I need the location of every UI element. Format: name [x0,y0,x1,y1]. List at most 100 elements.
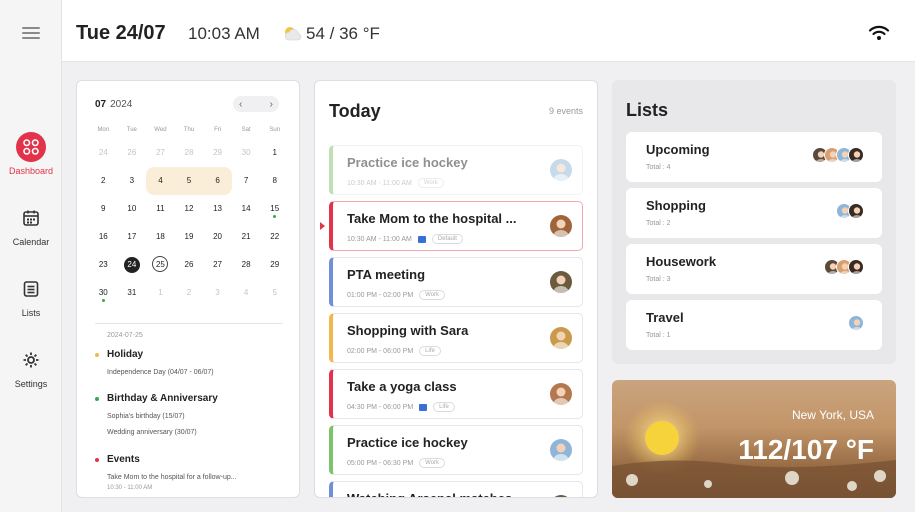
day-number: 16 [98,232,108,241]
header-time: 10:03 AM [188,24,260,43]
calendar-day[interactable]: 26 [175,251,204,279]
dashboard-icon [16,132,46,162]
calendar-day[interactable]: 3 [203,279,232,307]
event-card[interactable]: Practice ice hockey 05:00 PM - 06:30 PM Wo… [329,425,583,475]
calendar-day[interactable]: 5 [260,279,289,307]
calendar-day[interactable]: 29 [203,139,232,167]
calendar-day[interactable]: 2 [89,167,118,195]
calendar-day[interactable]: 5 [174,167,204,195]
day-number: 18 [155,232,165,241]
calendar-day[interactable]: 30 [89,279,118,307]
avatar [550,271,572,293]
calendar-day[interactable]: 27 [146,139,175,167]
event-card[interactable]: Shopping with Sara 02:00 PM - 06:00 PM Lif… [329,313,583,363]
calendar-day[interactable]: 7 [232,167,261,195]
calendar-day[interactable]: 28 [175,139,204,167]
event-card[interactable]: Take a yoga class 04:30 PM - 06:00 PM Life [329,369,583,419]
calendar-day[interactable]: 11 [146,195,175,223]
list-name: Upcoming [646,142,710,157]
calendar-day[interactable]: 9 [89,195,118,223]
list-card[interactable]: Upcoming Total : 4 [626,132,882,182]
calendar-day[interactable]: 21 [232,223,261,251]
calendar-day[interactable]: 28 [232,251,261,279]
hamburger-menu-icon[interactable] [20,24,42,44]
calendar-section-birthday: Birthday & Anniversary Sophia's birthday… [95,393,291,436]
event-card[interactable]: Practice ice hockey 10:30 AM - 11:00 AM Wo… [329,145,583,195]
list-total: Total : 1 [646,332,671,339]
calendar-day[interactable]: 1 [260,139,289,167]
sidebar-item-dashboard[interactable]: Dashboard [0,132,62,176]
section-dot [95,352,99,357]
event-time-text: 10:30 AM - 11:00 AM [347,179,412,187]
calendar-day[interactable]: 17 [118,223,147,251]
day-number: 3 [215,288,220,297]
list-card[interactable]: Shopping Total : 2 [626,188,882,238]
calendar-month: 07 [95,99,107,110]
calendar-day[interactable]: 4 [146,167,175,195]
calendar-widget: 07 2024 ‹ › Mon Tue Wed Thu Fri Sat Sun 24 26 27 28… [76,80,300,498]
calendar-day[interactable]: 22 [260,223,289,251]
event-time: 10:30 AM - 11:00 AM Work [347,178,444,188]
calendar-day[interactable]: 16 [89,223,118,251]
event-dot [101,299,105,302]
sidebar-item-settings[interactable]: Settings [0,345,62,389]
day-number: 3 [129,176,135,185]
day-number: 23 [98,260,108,269]
calendar-day[interactable]: 20 [203,223,232,251]
calendar-day-selected[interactable]: 25 [146,251,175,279]
lists-widget: Lists Upcoming Total : 4 Shopping Total : 2… [612,80,896,364]
weekday-label: Fri [214,127,222,133]
weather-city: New York, USA [791,408,874,422]
event-tag: Default [431,234,463,244]
calendar-day[interactable]: 18 [146,223,175,251]
list-card[interactable]: Travel Total : 1 [626,300,882,350]
calendar-day[interactable]: 24 [89,139,118,167]
calendar-day[interactable]: 27 [203,251,232,279]
calendar-day[interactable]: 15 [260,195,289,223]
calendar-day[interactable]: 23 [89,251,118,279]
avatar [848,147,864,163]
calendar-badge-icon [419,403,428,411]
calendar-day[interactable]: 12 [175,195,204,223]
calendar-day[interactable]: 14 [232,195,261,223]
day-number: 21 [241,232,251,241]
sidebar-item-calendar[interactable]: Calendar [0,203,62,247]
calendar-day[interactable]: 31 [118,279,147,307]
sidebar-item-lists[interactable]: Lists [0,274,62,318]
calendar-day-today[interactable]: 24 [118,251,147,279]
day-number: 31 [127,288,137,297]
list-card[interactable]: Housework Total : 3 [626,244,882,294]
day-number: 14 [241,204,251,213]
event-card[interactable]: PTA meeting 01:00 PM - 02:00 PM Work [329,257,583,307]
day-number: 9 [101,204,106,213]
calendar-day[interactable]: 30 [232,139,261,167]
calendar-day[interactable]: 29 [260,251,289,279]
section-line: Sophia's birthday (15/07) [107,413,185,420]
calendar-day[interactable]: 1 [146,279,175,307]
avatar [550,159,572,181]
weather-widget[interactable]: New York, USA 112/107 °F [612,380,896,498]
event-card[interactable]: Watching Arsenal matches... [329,481,583,497]
calendar-day[interactable]: 6 [203,167,232,195]
calendar-day[interactable]: 8 [260,167,289,195]
day-number: 2 [186,288,192,297]
calendar-day[interactable]: 10 [118,195,147,223]
wifi-icon[interactable] [868,24,890,42]
next-month-button[interactable]: › [270,99,273,110]
section-title: Birthday & Anniversary [107,393,218,404]
calendar-day[interactable]: 3 [118,167,147,195]
calendar-day[interactable]: 4 [232,279,261,307]
calendar-day[interactable]: 19 [175,223,204,251]
calendar-day[interactable]: 26 [118,139,147,167]
today-event-count: 9 events [548,106,583,116]
event-tag: Work [417,178,444,188]
avatar [550,495,572,497]
event-card[interactable]: Take Mom to the hospital ... 10:30 AM - 1… [320,201,583,251]
avatar [848,203,864,219]
today-widget: Today 9 events Practice ice hockey 10:30 … [314,80,598,498]
calendar-day[interactable]: 13 [203,195,232,223]
calendar-day[interactable]: 2 [175,279,204,307]
top-bar: Tue 24/07 10:03 AM 54 / 36 °F [62,0,915,62]
prev-month-button[interactable]: ‹ [239,99,242,110]
day-number: 19 [184,232,194,241]
